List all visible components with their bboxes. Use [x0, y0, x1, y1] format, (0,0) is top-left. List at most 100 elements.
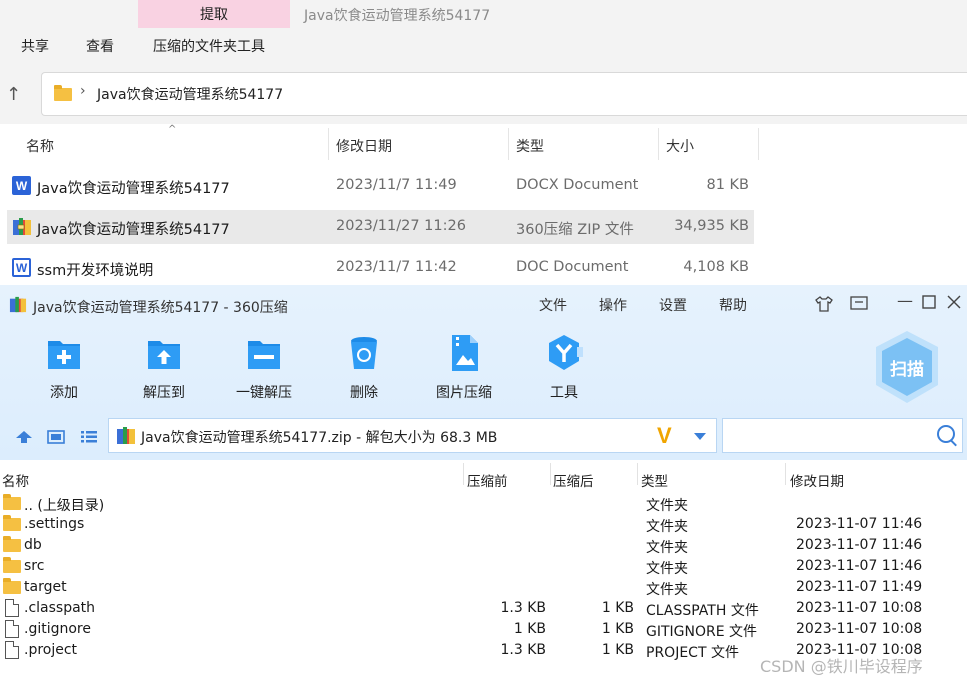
image-compress-label: 图片压缩: [436, 385, 492, 401]
zip-header: Java饮食运动管理系统54177 - 360压缩 文件 操作 设置 帮助 —: [0, 285, 967, 460]
zip-column-before[interactable]: 压缩前: [467, 470, 508, 490]
file-row[interactable]: W Java饮食运动管理系统54177 2023/11/7 11:49 DOCX…: [7, 169, 754, 203]
folder-icon: [3, 494, 21, 510]
one-click-extract-label: 一键解压: [236, 385, 292, 401]
menu-help[interactable]: 帮助: [719, 295, 747, 315]
entry-after: 1 KB: [601, 600, 634, 616]
entry-date: 2023-11-07 11:46: [796, 537, 923, 553]
file-name: Java饮食运动管理系统54177: [37, 222, 230, 238]
zip-column-type[interactable]: 类型: [641, 470, 668, 490]
archive-row[interactable]: src 文件夹 2023-11-07 11:46: [0, 556, 967, 577]
entry-name: src: [24, 558, 45, 574]
archive-row[interactable]: target 文件夹 2023-11-07 11:49: [0, 577, 967, 598]
close-icon[interactable]: [947, 295, 961, 309]
list-view-icon[interactable]: [80, 430, 98, 444]
column-divider[interactable]: [658, 128, 659, 160]
file-date: 2023/11/27 11:26: [336, 218, 466, 234]
file-type: 360压缩 ZIP 文件: [516, 222, 634, 238]
skin-shirt-icon[interactable]: [814, 295, 834, 313]
column-divider[interactable]: [328, 128, 329, 160]
entry-after: 1 KB: [601, 621, 634, 637]
address-text: Java饮食运动管理系统54177: [97, 87, 284, 103]
one-click-extract-icon: [248, 341, 280, 369]
entry-type: CLASSPATH 文件: [646, 603, 759, 619]
tab-share[interactable]: 共享: [21, 36, 49, 56]
address-bar[interactable]: › Java饮食运动管理系统54177: [41, 72, 967, 116]
column-divider[interactable]: [463, 463, 464, 485]
file-row[interactable]: Java饮食运动管理系统54177 2023/11/27 11:26 360压缩…: [7, 210, 754, 244]
archive-row[interactable]: .gitignore 1 KB 1 KB GITIGNORE 文件 2023-1…: [0, 619, 967, 640]
zip-window: Java饮食运动管理系统54177 - 360压缩 文件 操作 设置 帮助 —: [0, 285, 967, 684]
menu-settings[interactable]: 设置: [659, 295, 687, 315]
column-divider[interactable]: [758, 128, 759, 160]
file-size: 4,108 KB: [683, 259, 749, 275]
maximize-icon[interactable]: [922, 295, 936, 309]
tab-view[interactable]: 查看: [86, 36, 114, 56]
search-icon[interactable]: [937, 425, 955, 443]
menu-file[interactable]: 文件: [539, 295, 567, 315]
column-divider[interactable]: [785, 463, 786, 485]
column-date[interactable]: 修改日期: [336, 136, 392, 156]
add-button[interactable]: 添加: [19, 333, 109, 403]
tools-button[interactable]: 工具: [519, 333, 609, 403]
archive-file-list: 名称 压缩前 压缩后 类型 修改日期 .. (上级目录) 文件夹 .settin…: [0, 463, 967, 684]
explorer-window-title: Java饮食运动管理系统54177: [304, 8, 491, 24]
folder-icon: [3, 578, 21, 594]
column-divider[interactable]: [508, 128, 509, 160]
minimize-icon[interactable]: —: [897, 291, 913, 310]
extract-to-icon: [148, 341, 180, 369]
tab-extract[interactable]: 提取: [138, 0, 290, 28]
entry-before: 1.3 KB: [500, 600, 547, 616]
archive-row[interactable]: .. (上级目录) 文件夹: [0, 493, 967, 514]
image-compress-icon: [452, 335, 478, 371]
entry-name: .gitignore: [24, 621, 91, 637]
entry-date: 2023-11-07 11:46: [796, 558, 923, 574]
zip-archive-icon: [13, 218, 31, 235]
csdn-watermark: CSDN @铁川毕设程序: [760, 657, 923, 676]
sort-up-icon: ^: [168, 124, 177, 135]
entry-name: .. (上级目录): [24, 498, 105, 514]
archive-path-text: Java饮食运动管理系统54177.zip - 解包大小为 68.3 MB: [141, 430, 498, 446]
thumbnail-view-icon[interactable]: [47, 430, 65, 444]
word-doc-icon: W: [12, 258, 31, 277]
up-level-icon[interactable]: [15, 430, 33, 444]
tab-compressed-folder-tools[interactable]: 压缩的文件夹工具: [153, 36, 265, 56]
archive-row[interactable]: db 文件夹 2023-11-07 11:46: [0, 535, 967, 556]
file-name: Java饮食运动管理系统54177: [37, 181, 230, 197]
add-icon: [48, 341, 80, 369]
one-click-extract-button[interactable]: 一键解压: [219, 333, 309, 403]
scan-button[interactable]: 扫描: [872, 329, 942, 405]
entry-name: target: [24, 579, 67, 595]
file-icon: [5, 599, 19, 617]
zip-window-title: Java饮食运动管理系统54177 - 360压缩: [33, 300, 288, 316]
extract-to-button[interactable]: 解压到: [119, 333, 209, 403]
column-size[interactable]: 大小: [666, 136, 694, 156]
column-name[interactable]: 名称: [26, 136, 54, 156]
zip-archive-icon: [117, 427, 135, 444]
search-input[interactable]: [722, 418, 963, 453]
column-type[interactable]: 类型: [516, 136, 544, 156]
delete-label: 删除: [350, 385, 378, 401]
entry-before: 1 KB: [513, 621, 546, 637]
entry-name: db: [24, 537, 42, 553]
delete-button[interactable]: 删除: [319, 333, 409, 403]
column-divider[interactable]: [550, 463, 551, 485]
chevron-down-icon[interactable]: [693, 432, 707, 441]
column-divider[interactable]: [637, 463, 638, 485]
entry-type: GITIGNORE 文件: [646, 624, 758, 640]
file-row[interactable]: W ssm开发环境说明 2023/11/7 11:42 DOC Document…: [7, 251, 754, 285]
zip-column-date[interactable]: 修改日期: [790, 470, 844, 490]
message-icon[interactable]: [849, 295, 869, 313]
file-type: DOCX Document: [516, 177, 639, 193]
zip-column-after[interactable]: 压缩后: [553, 470, 594, 490]
archive-row[interactable]: .settings 文件夹 2023-11-07 11:46: [0, 514, 967, 535]
up-arrow-icon[interactable]: ↑: [6, 84, 21, 105]
chevron-right-icon[interactable]: ›: [80, 83, 86, 99]
entry-date: 2023-11-07 10:08: [796, 600, 923, 616]
archive-row[interactable]: .classpath 1.3 KB 1 KB CLASSPATH 文件 2023…: [0, 598, 967, 619]
zip-column-name[interactable]: 名称: [2, 470, 29, 490]
explorer-titlebar: 提取 Java饮食运动管理系统54177: [0, 0, 967, 30]
image-compress-button[interactable]: 图片压缩: [419, 333, 509, 403]
archive-path-field[interactable]: Java饮食运动管理系统54177.zip - 解包大小为 68.3 MB V: [108, 418, 717, 453]
menu-operate[interactable]: 操作: [599, 295, 627, 315]
